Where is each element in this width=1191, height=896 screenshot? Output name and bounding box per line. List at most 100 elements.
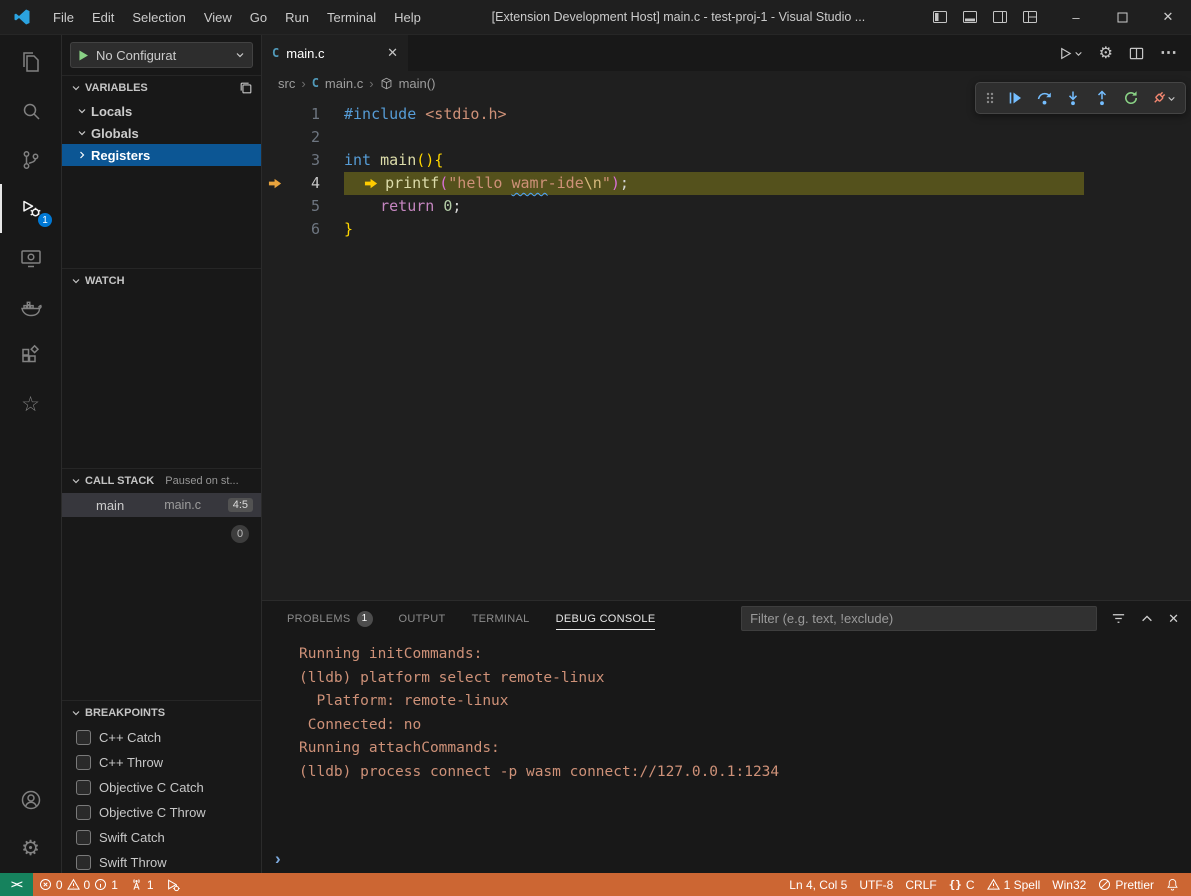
debug-status-icon[interactable] bbox=[160, 873, 186, 896]
spell-checker-status[interactable]: 1 Spell bbox=[981, 873, 1047, 896]
encoding-status[interactable]: UTF-8 bbox=[853, 873, 899, 896]
console-input-row[interactable]: › bbox=[262, 845, 1191, 873]
notifications-bell-icon[interactable] bbox=[1160, 873, 1185, 896]
checkbox-unchecked[interactable] bbox=[76, 805, 91, 820]
toolbar-grip-icon[interactable] bbox=[980, 84, 1000, 112]
breakpoint-item-objective-c-throw[interactable]: Objective C Throw bbox=[62, 800, 261, 825]
console-filter-input[interactable] bbox=[741, 606, 1097, 631]
breakpoints-header[interactable]: BREAKPOINTS bbox=[62, 701, 261, 725]
collapse-all-icon[interactable] bbox=[239, 81, 253, 95]
code-text bbox=[320, 126, 344, 149]
checkbox-unchecked[interactable] bbox=[76, 855, 91, 870]
remote-indicator[interactable]: >< bbox=[0, 873, 33, 896]
menu-item-go[interactable]: Go bbox=[241, 0, 276, 34]
code-line-3[interactable]: 3int main(){ bbox=[262, 149, 1191, 172]
minimize-button[interactable]: – bbox=[1053, 0, 1099, 35]
debug-sidebar: No Configurat VARIABLES LocalsGlobalsReg… bbox=[62, 35, 262, 873]
ports-status[interactable]: 1 bbox=[124, 873, 160, 896]
step-into-icon[interactable] bbox=[1058, 84, 1087, 112]
checkbox-unchecked[interactable] bbox=[76, 830, 91, 845]
panel-tab-problems[interactable]: PROBLEMS1 bbox=[287, 601, 373, 636]
step-out-icon[interactable] bbox=[1087, 84, 1116, 112]
menu-item-selection[interactable]: Selection bbox=[123, 0, 194, 34]
search-icon[interactable] bbox=[0, 86, 61, 135]
maximize-panel-icon[interactable] bbox=[1140, 612, 1154, 626]
close-window-button[interactable]: ✕ bbox=[1145, 0, 1191, 35]
stack-frame-row[interactable]: main main.c 4:5 bbox=[62, 493, 261, 517]
close-panel-icon[interactable]: ✕ bbox=[1168, 611, 1179, 627]
run-file-button[interactable] bbox=[1058, 46, 1083, 61]
checkbox-unchecked[interactable] bbox=[76, 780, 91, 795]
remote-explorer-icon[interactable] bbox=[0, 233, 61, 282]
disconnect-icon[interactable] bbox=[1145, 84, 1181, 112]
cursor-position[interactable]: Ln 4, Col 5 bbox=[783, 873, 853, 896]
eol-status[interactable]: CRLF bbox=[899, 873, 942, 896]
explorer-icon[interactable] bbox=[0, 37, 61, 86]
filter-lines-icon[interactable] bbox=[1111, 611, 1126, 626]
tab-main-c[interactable]: C main.c ✕ bbox=[262, 35, 408, 71]
variables-scope-locals[interactable]: Locals bbox=[62, 100, 261, 122]
breadcrumb-symbol[interactable]: main() bbox=[399, 76, 436, 91]
gutter-glyph[interactable] bbox=[262, 126, 288, 149]
menu-item-run[interactable]: Run bbox=[276, 0, 318, 34]
problems-status[interactable]: 0 0 1 bbox=[33, 873, 124, 896]
star-icon[interactable]: ☆ bbox=[0, 380, 61, 429]
call-stack-header[interactable]: CALL STACK Paused on st... bbox=[62, 469, 261, 493]
toggle-sidebar-icon[interactable] bbox=[927, 2, 953, 32]
breakpoint-item-objective-c-catch[interactable]: Objective C Catch bbox=[62, 775, 261, 800]
gear-icon[interactable]: ⚙ bbox=[1099, 43, 1113, 63]
run-and-debug-icon[interactable]: 1 bbox=[0, 184, 61, 233]
checkbox-unchecked[interactable] bbox=[76, 755, 91, 770]
gutter-glyph[interactable] bbox=[262, 103, 288, 126]
breakpoint-item-c-throw[interactable]: C++ Throw bbox=[62, 750, 261, 775]
breakpoint-item-swift-catch[interactable]: Swift Catch bbox=[62, 825, 261, 850]
platform-status[interactable]: Win32 bbox=[1046, 873, 1092, 896]
checkbox-unchecked[interactable] bbox=[76, 730, 91, 745]
more-actions-icon[interactable]: ⋯ bbox=[1160, 43, 1177, 63]
inline-breakpoint-icon[interactable] bbox=[364, 176, 379, 191]
debug-configuration-dropdown[interactable]: No Configurat bbox=[70, 42, 253, 68]
panel-tab-output[interactable]: OUTPUT bbox=[399, 601, 446, 636]
maximize-button[interactable] bbox=[1099, 0, 1145, 35]
variables-scope-registers[interactable]: Registers bbox=[62, 144, 261, 166]
breadcrumb-folder[interactable]: src bbox=[278, 76, 295, 91]
code-line-4[interactable]: 4 printf("hello wamr-ide\n"); bbox=[262, 172, 1191, 195]
code-line-5[interactable]: 5 return 0; bbox=[262, 195, 1191, 218]
settings-gear-icon[interactable]: ⚙ bbox=[0, 824, 61, 873]
language-mode[interactable]: {}C bbox=[943, 873, 981, 896]
variables-header[interactable]: VARIABLES bbox=[62, 76, 261, 100]
breadcrumb-file[interactable]: main.c bbox=[325, 76, 363, 91]
breakpoint-item-c-catch[interactable]: C++ Catch bbox=[62, 725, 261, 750]
toggle-secondary-sidebar-icon[interactable] bbox=[987, 2, 1013, 32]
source-control-icon[interactable] bbox=[0, 135, 61, 184]
extensions-icon[interactable] bbox=[0, 331, 61, 380]
variables-scope-globals[interactable]: Globals bbox=[62, 122, 261, 144]
breakpoint-item-swift-throw[interactable]: Swift Throw bbox=[62, 850, 261, 873]
split-editor-icon[interactable] bbox=[1129, 46, 1144, 61]
code-line-2[interactable]: 2 bbox=[262, 126, 1191, 149]
menu-item-terminal[interactable]: Terminal bbox=[318, 0, 385, 34]
code-editor[interactable]: 1#include <stdio.h>23int main(){4 printf… bbox=[262, 95, 1191, 600]
start-debugging-icon[interactable] bbox=[77, 49, 90, 62]
menu-item-help[interactable]: Help bbox=[385, 0, 430, 34]
restart-icon[interactable] bbox=[1116, 84, 1145, 112]
continue-icon[interactable] bbox=[1000, 84, 1029, 112]
menu-item-file[interactable]: File bbox=[44, 0, 83, 34]
customize-layout-icon[interactable] bbox=[1017, 2, 1043, 32]
panel-tab-terminal[interactable]: TERMINAL bbox=[472, 601, 530, 636]
gutter-glyph[interactable] bbox=[262, 195, 288, 218]
gutter-glyph[interactable] bbox=[262, 149, 288, 172]
step-over-icon[interactable] bbox=[1029, 84, 1058, 112]
accounts-icon[interactable] bbox=[0, 775, 61, 824]
gutter-glyph[interactable] bbox=[262, 218, 288, 241]
prettier-status[interactable]: Prettier bbox=[1092, 873, 1160, 896]
close-tab-icon[interactable]: ✕ bbox=[387, 45, 398, 61]
code-line-6[interactable]: 6} bbox=[262, 218, 1191, 241]
panel-tab-debug-console[interactable]: DEBUG CONSOLE bbox=[556, 601, 656, 636]
docker-icon[interactable] bbox=[0, 282, 61, 331]
menu-item-view[interactable]: View bbox=[195, 0, 241, 34]
current-stackframe-icon[interactable] bbox=[262, 172, 288, 195]
watch-header[interactable]: WATCH bbox=[62, 269, 261, 293]
menu-item-edit[interactable]: Edit bbox=[83, 0, 123, 34]
toggle-panel-icon[interactable] bbox=[957, 2, 983, 32]
